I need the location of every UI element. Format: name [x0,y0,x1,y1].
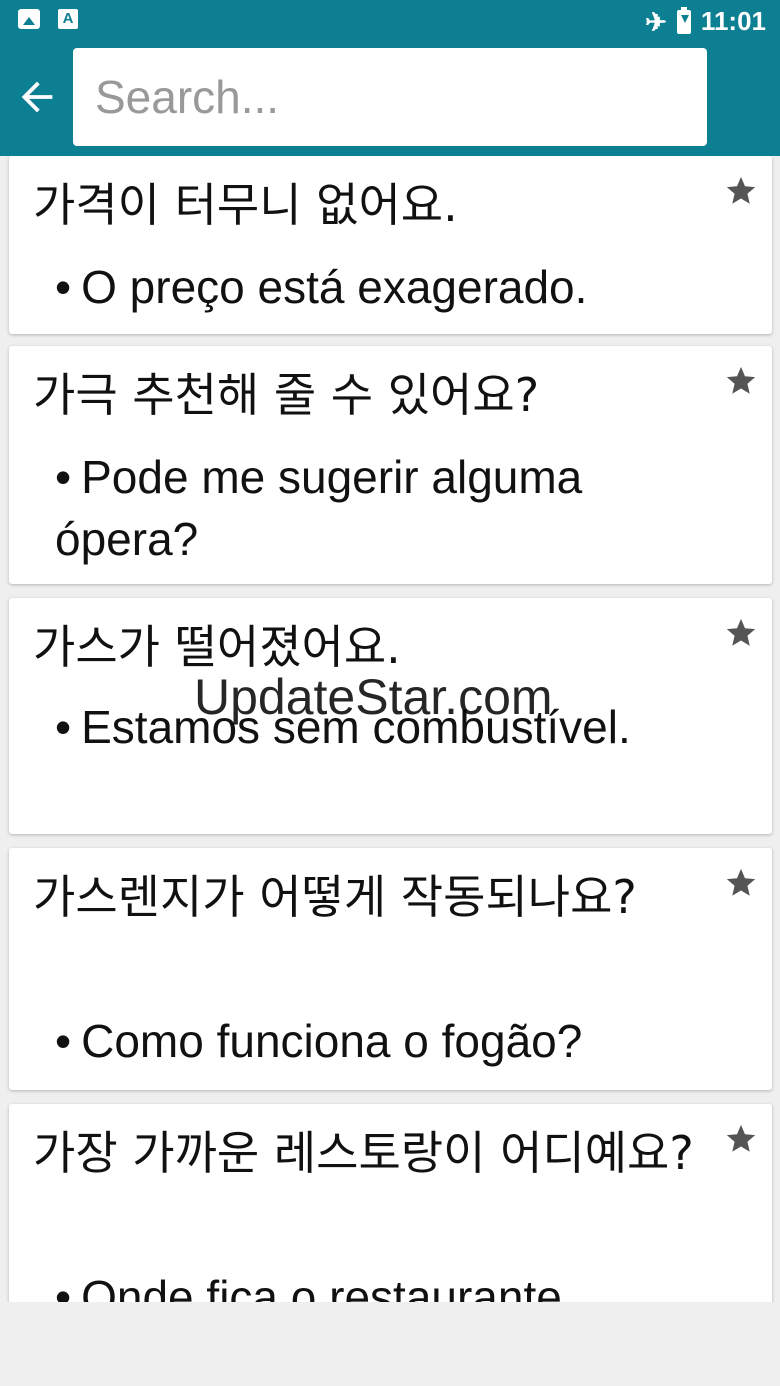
text-a-icon: A [58,9,78,29]
search-box[interactable] [73,48,707,146]
korean-phrase: 가스렌지가 어떻게 작동되나요? [33,870,637,924]
star-icon[interactable] [724,866,758,900]
translation-text: • Pode me sugerir alguma ópera? [55,446,735,570]
phrase-list[interactable]: 가격이 터무니 없어요. • O preço está exagerado. 가극… [0,156,780,1302]
bullet: • [55,1271,72,1302]
translation-label: Como funciona o fogão? [81,1015,583,1067]
battery-charging-icon [676,6,691,34]
status-time: 11:01 [700,6,766,36]
back-button[interactable] [14,74,60,120]
phrase-card[interactable]: 가스렌지가 어떻게 작동되나요? • Como funciona o fogão? [9,848,772,1090]
status-bar: A ✈ 11:01 [0,0,780,42]
korean-phrase: 가장 가까운 레스토랑이 어디예요? [33,1126,694,1180]
translation-text: • Estamos sem combustível. [55,696,735,758]
phrase-card[interactable]: 가격이 터무니 없어요. • O preço está exagerado. [9,156,772,334]
translation-text: • Como funciona o fogão? [55,1010,735,1072]
app-screen: A ✈ 11:01 가격이 터무니 없어요. •O preço está exa… [0,0,780,1386]
translation-text: • Onde fica o restaurante [55,1266,735,1302]
status-right: ✈ 11:01 [645,6,766,37]
translation-label: O preço está exagerado. [81,261,588,313]
bullet: • [55,451,72,503]
status-left-icons: A [18,9,78,29]
korean-phrase: 가극 추천해 줄 수 있어요? [33,368,540,422]
star-icon[interactable] [724,364,758,398]
star-icon[interactable] [724,1122,758,1156]
bullet: • [55,261,72,313]
translation-label: Onde fica o restaurante [81,1271,562,1302]
search-input[interactable] [95,64,685,130]
phrase-card[interactable]: 가스가 떨어졌어요. • Estamos sem combustível. [9,598,772,834]
star-icon[interactable] [724,616,758,650]
phrase-card[interactable]: 가장 가까운 레스토랑이 어디예요? • Onde fica o restaura… [9,1104,772,1302]
bullet: • [55,701,72,753]
korean-phrase: 가격이 터무니 없어요. [33,178,458,232]
arrow-left-icon [21,81,53,113]
bottom-spacer [0,1302,780,1386]
star-icon[interactable] [724,174,758,208]
app-bar: A ✈ 11:01 [0,0,780,156]
korean-phrase: 가스가 떨어졌어요. [33,620,401,674]
translation-label: Pode me sugerir alguma ópera? [55,451,583,565]
airplane-mode-icon: ✈ [645,6,667,37]
bullet: • [55,1015,72,1067]
phrase-card[interactable]: 가극 추천해 줄 수 있어요? • Pode me sugerir alguma … [9,346,772,584]
image-icon [18,9,40,29]
translation-label: Estamos sem combustível. [81,701,631,753]
translation-text: • O preço está exagerado. [55,256,735,318]
